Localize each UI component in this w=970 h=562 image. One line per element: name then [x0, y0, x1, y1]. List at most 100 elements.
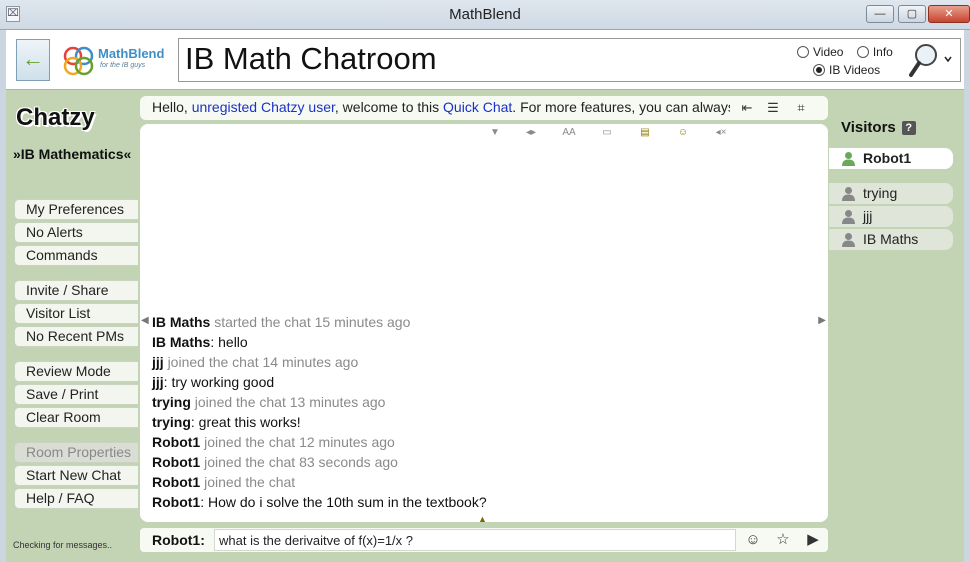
message-input[interactable] [214, 529, 736, 551]
help-icon[interactable]: ? [901, 121, 916, 135]
welcome-text: Hello, unregisted Chatzy user, welcome t… [152, 99, 735, 115]
input-username: Robot1: [152, 532, 205, 548]
star-icon[interactable]: ☆ [772, 530, 794, 550]
message-text: try working good [171, 374, 275, 390]
save-print-button[interactable]: Save / Print [14, 384, 138, 405]
message-user[interactable]: trying [152, 414, 191, 430]
room-title-box: IB Math Chatroom Video Info IB Videos [178, 38, 961, 82]
smiley-icon[interactable]: ☺ [742, 530, 764, 550]
logo-text: MathBlend [98, 46, 165, 61]
chat-scroll-right-icon[interactable]: ▶ [818, 315, 826, 326]
help-faq-button[interactable]: Help / FAQ [14, 488, 138, 509]
visitor-name: IB Maths [863, 231, 919, 247]
clear-room-button[interactable]: Clear Room [14, 407, 138, 428]
message-text: started the chat 15 minutes ago [214, 314, 411, 330]
unregistered-user-link[interactable]: unregisted Chatzy user [192, 99, 335, 115]
message-user[interactable]: IB Maths [152, 334, 210, 350]
message-separator: : [190, 414, 199, 430]
layout-icon[interactable]: ▤ [634, 127, 656, 138]
message-user[interactable]: jjj [152, 374, 164, 390]
person-icon [842, 233, 855, 247]
visitor-name: jjj [863, 208, 873, 224]
mute-icon[interactable]: ◂× [710, 127, 732, 138]
radio-info-indicator [856, 46, 869, 58]
message-user[interactable]: jjj [152, 354, 164, 370]
commands-button[interactable]: Commands [14, 245, 138, 266]
visitor-name: trying [863, 185, 898, 201]
message-text: joined the chat [204, 474, 296, 490]
message-separator: : [200, 494, 208, 510]
video-info-radio-group: Video Info IB Videos [797, 44, 903, 79]
mathblend-logo[interactable]: MathBlend for the IB guys [62, 42, 172, 78]
person-icon [842, 152, 855, 166]
room-properties-button: Room Properties [14, 442, 138, 463]
message-text: How do i solve the 10th sum in the textb… [208, 494, 487, 510]
radio-video-indicator [797, 46, 809, 58]
visitor-list-button[interactable]: Visitor List [14, 303, 138, 324]
message-text: hello [218, 334, 248, 350]
chat-message: Robot1 joined the chat [152, 474, 295, 490]
radio-video-label: Video [813, 45, 844, 59]
logo-subtitle: for the IB guys [100, 62, 146, 69]
chat-message: Robot1 joined the chat 83 seconds ago [152, 454, 398, 470]
width-icon[interactable]: ◂▸ [520, 127, 542, 138]
window-frame-right [964, 30, 970, 562]
smiley-toggle-icon[interactable]: ☺ [672, 127, 694, 138]
minimize-button[interactable]: — [866, 5, 894, 23]
maximize-button[interactable]: ▢ [898, 5, 926, 23]
message-user[interactable]: Robot1 [152, 494, 200, 510]
send-icon[interactable]: ▶ [802, 530, 824, 550]
start-new-chat-button[interactable]: Start New Chat [14, 465, 138, 486]
my-preferences-button[interactable]: My Preferences [14, 199, 138, 220]
chatzy-brand: Chatzy [16, 104, 95, 131]
header: ← MathBlend for the IB guys IB Math Chat… [6, 30, 964, 90]
chat-scroll-left-icon[interactable]: ◀ [141, 315, 149, 326]
radio-ib-videos[interactable]: IB Videos [813, 62, 880, 78]
message-text: joined the chat 83 seconds ago [204, 454, 398, 470]
title-bar: ⌧ MathBlend — ▢ ✕ [0, 0, 970, 30]
radio-video[interactable]: Video [797, 44, 843, 60]
font-size-icon[interactable]: AA [558, 127, 580, 138]
chat-message: trying joined the chat 13 minutes ago [152, 394, 385, 410]
chat-message: IB Maths: hello [152, 334, 248, 350]
back-button[interactable]: ← [16, 39, 50, 81]
search-icon[interactable] [907, 41, 955, 79]
chat-message: jjj: try working good [152, 374, 274, 390]
chat-message: IB Maths started the chat 15 minutes ago [152, 314, 410, 330]
image-icon[interactable]: ▭ [596, 127, 618, 138]
message-user[interactable]: Robot1 [152, 454, 200, 470]
expand-icon[interactable]: ⌗ [792, 99, 810, 117]
radio-ib-videos-label: IB Videos [829, 63, 881, 77]
message-input-bar: Robot1: ☺ ☆ ▶ [140, 528, 828, 552]
radio-info-label: Info [872, 45, 893, 59]
review-mode-button[interactable]: Review Mode [14, 361, 138, 382]
welcome-prefix: Hello, [152, 99, 192, 115]
collapse-toolbar-icon[interactable]: ▼ [484, 127, 506, 138]
align-left-icon[interactable]: ☰ [764, 99, 782, 117]
no-recent-pms-button[interactable]: No Recent PMs [14, 326, 138, 347]
invite-share-button[interactable]: Invite / Share [14, 280, 138, 301]
chat-message: jjj joined the chat 14 minutes ago [152, 354, 358, 370]
no-alerts-button[interactable]: No Alerts [14, 222, 138, 243]
logo-mark-icon [63, 46, 94, 76]
radio-ib-videos-indicator [813, 64, 825, 76]
message-user[interactable]: Robot1 [152, 474, 200, 490]
window-frame-left [0, 30, 6, 562]
message-separator: : [210, 334, 219, 350]
visitors-label: Visitors [841, 119, 896, 136]
message-user[interactable]: IB Maths [152, 314, 210, 330]
message-user[interactable]: Robot1 [152, 434, 200, 450]
indent-list-icon[interactable]: ⇤ [738, 99, 756, 117]
visitor-name: Robot1 [863, 150, 912, 166]
radio-info[interactable]: Info [856, 44, 893, 60]
visitor-item[interactable]: IB Maths [829, 229, 953, 250]
welcome-toolbar: ⇤ ☰ ⌗ [730, 96, 828, 120]
visitor-item[interactable]: trying [829, 183, 953, 204]
visitor-item[interactable]: Robot1 [829, 148, 953, 169]
window-title: MathBlend [449, 6, 521, 23]
close-button[interactable]: ✕ [928, 5, 970, 23]
message-user[interactable]: trying [152, 394, 191, 410]
quick-chat-link[interactable]: Quick Chat [443, 99, 512, 115]
visitor-item[interactable]: jjj [829, 206, 953, 227]
scroll-to-bottom-icon[interactable]: ▲ [478, 514, 487, 524]
